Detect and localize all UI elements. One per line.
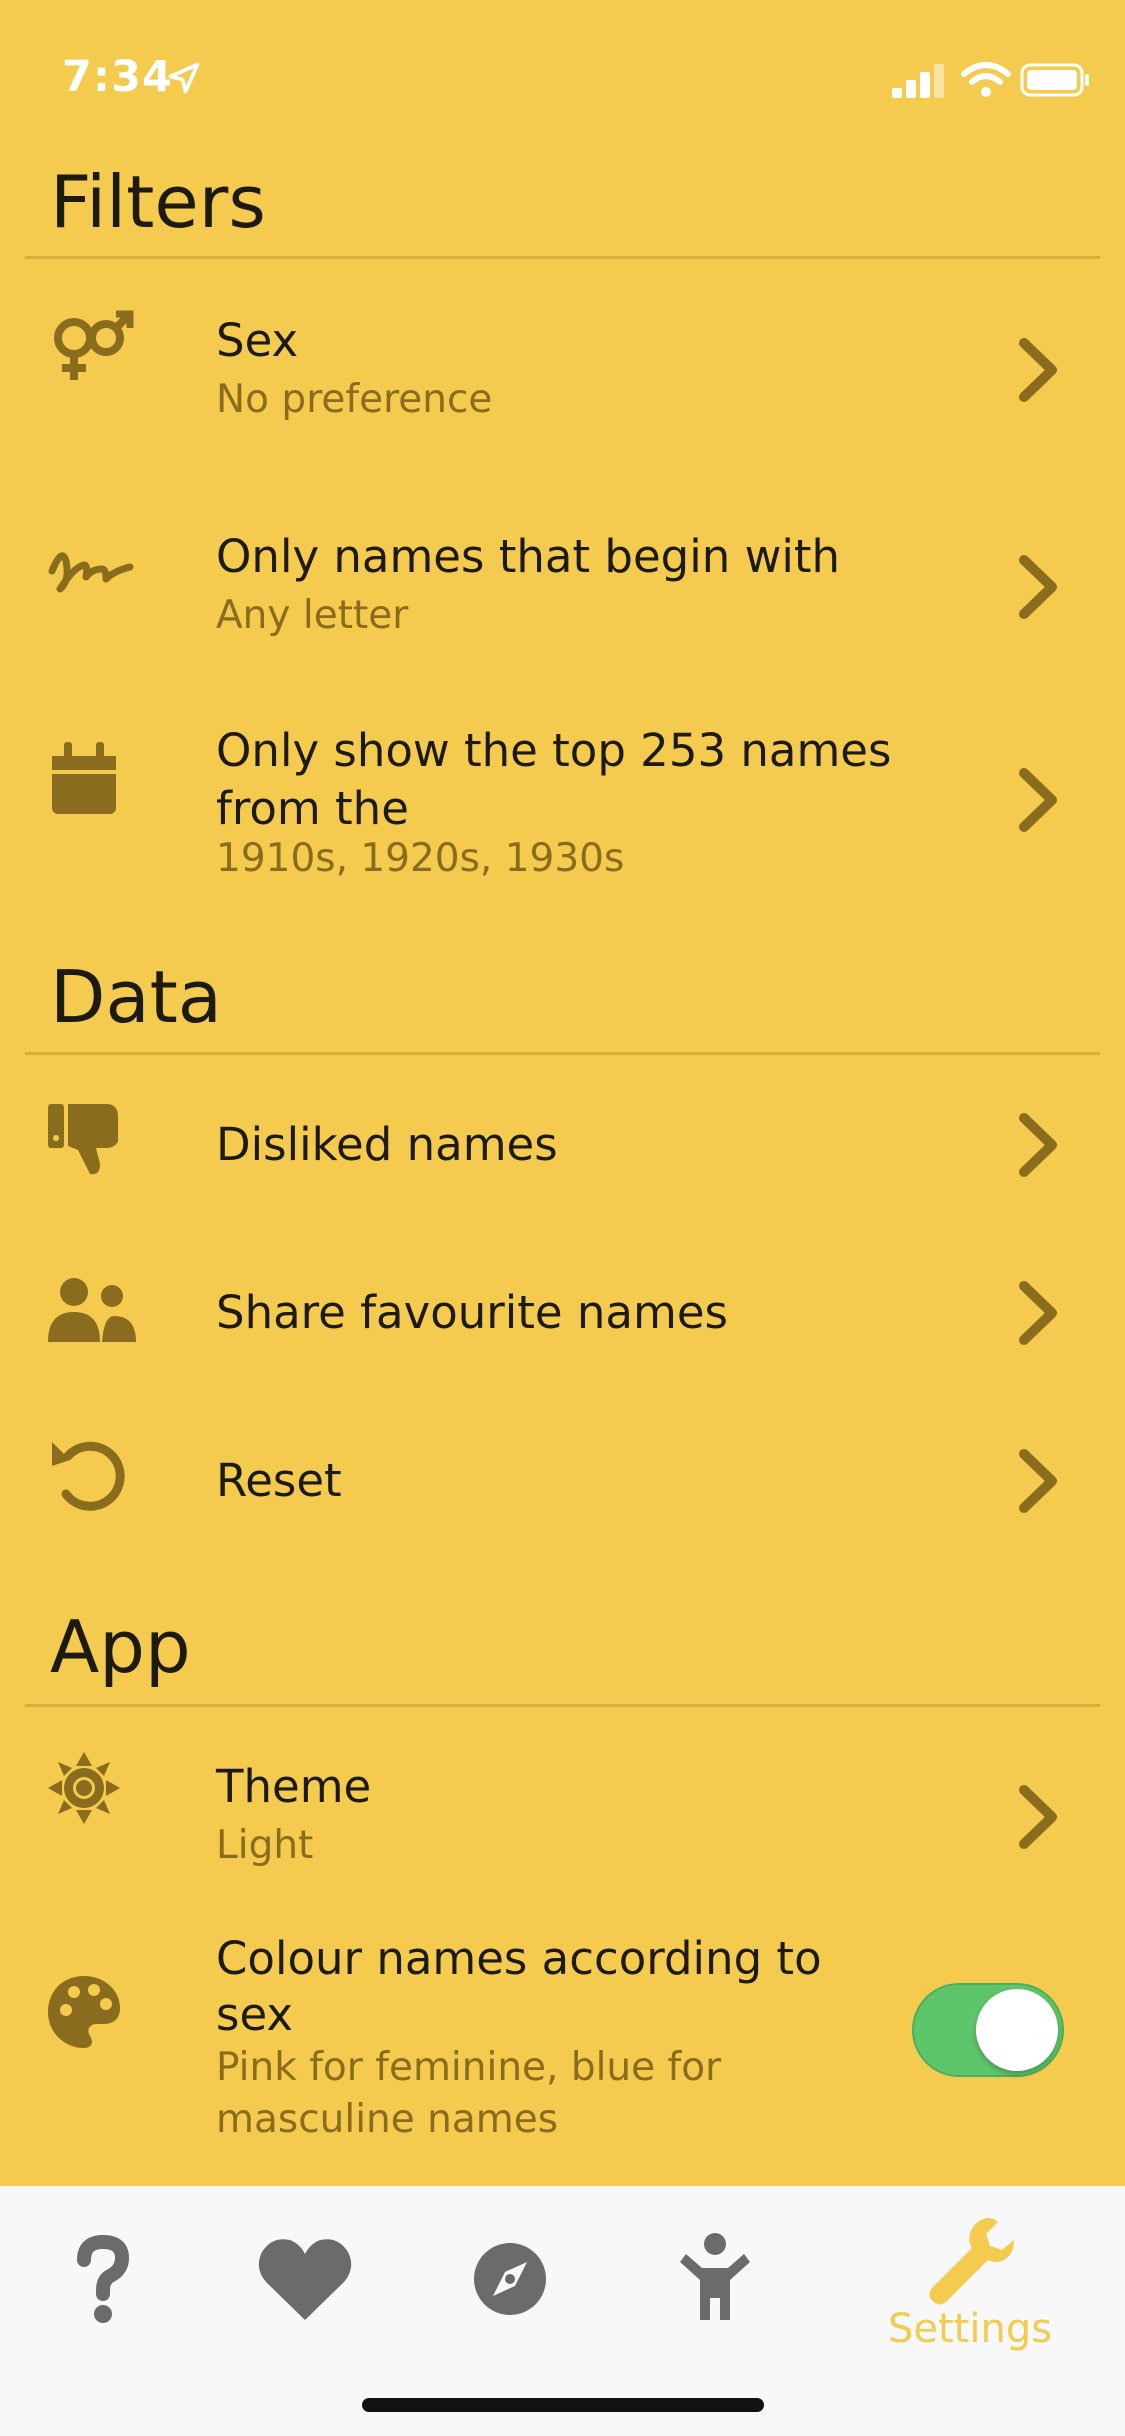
signature-icon [44,525,140,621]
child-icon [680,2233,750,2320]
gender-icon [44,300,140,396]
chevron-right-icon [1010,765,1070,835]
tab-explore[interactable] [455,2224,565,2334]
wrench-icon [929,2218,1014,2305]
row-label: Only names that begin with [216,530,841,583]
thumbs-down-icon [44,1090,140,1186]
wifi-icon [961,62,1011,97]
calendar-icon [44,730,140,826]
row-share-favourites[interactable]: Share favourite names [0,1258,1125,1368]
chevron-right-icon [1010,1782,1070,1852]
status-bar: 7:34 [0,0,1125,150]
row-label: Share favourite names [216,1286,728,1339]
sun-icon [44,1748,140,1844]
divider [25,256,1100,259]
tab-help[interactable] [48,2224,158,2334]
row-theme[interactable]: Theme Light [0,1740,1125,1900]
row-label: Reset [216,1454,342,1507]
tab-settings-label[interactable]: Settings [888,2306,1052,2352]
chevron-right-icon [1010,1110,1070,1180]
row-label-line1: Only show the top 253 names [216,724,892,777]
toggle-knob [976,1989,1058,2071]
row-value: No preference [216,377,493,422]
row-sub-line2: masculine names [216,2097,559,2142]
row-value: 1910s, 1920s, 1930s [216,836,625,881]
divider [25,1704,1100,1707]
row-sub-line1: Pink for feminine, blue for [216,2045,722,2090]
compass-icon [474,2243,546,2315]
question-icon [77,2234,130,2323]
row-label: Sex [216,314,299,367]
heart-icon [258,2239,352,2320]
battery-icon [1020,63,1089,97]
chevron-right-icon [1010,1278,1070,1348]
status-time: 7:34 [62,52,173,102]
section-title-app: App [50,1605,191,1689]
row-begin-letter[interactable]: Only names that begin with Any letter [0,510,1125,670]
row-label-line2: sex [216,1988,293,2041]
row-label: Disliked names [216,1118,558,1171]
users-icon [44,1258,140,1354]
row-value: Light [216,1823,314,1868]
row-top-names[interactable]: Only show the top 253 names from the 191… [0,710,1125,900]
colour-names-toggle[interactable] [912,1983,1064,2077]
tab-child[interactable] [660,2224,770,2334]
location-arrow-icon [168,62,200,94]
row-sex[interactable]: Sex No preference [0,290,1125,450]
chevron-right-icon [1010,552,1070,622]
row-reset[interactable]: Reset [0,1426,1125,1536]
section-title-filters: Filters [50,160,266,244]
divider [25,1052,1100,1055]
row-label: Theme [216,1760,372,1813]
undo-icon [44,1426,140,1522]
row-label-line1: Colour names according to [216,1932,822,1985]
palette-icon [44,1970,140,2066]
row-value: Any letter [216,593,409,638]
chevron-right-icon [1010,1446,1070,1516]
chevron-right-icon [1010,335,1070,405]
row-label-line2: from the [216,782,409,835]
tab-settings[interactable] [918,2210,1018,2310]
section-title-data: Data [50,955,222,1039]
tab-favourites[interactable] [250,2224,360,2334]
cellular-signal-icon [892,64,944,98]
home-indicator [362,2398,764,2412]
row-disliked-names[interactable]: Disliked names [0,1090,1125,1200]
